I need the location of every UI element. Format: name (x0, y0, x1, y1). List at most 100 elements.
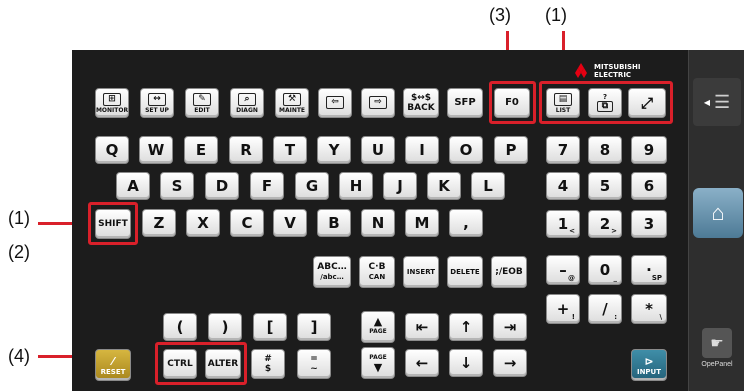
end-key[interactable]: ⇥ (493, 313, 527, 341)
num-6-key[interactable]: 6 (631, 172, 667, 200)
highlight-list-group (539, 81, 673, 124)
house-icon: ⌂ (711, 200, 725, 225)
arrow-up-icon: ↑ (459, 318, 473, 336)
key-z[interactable]: Z (142, 209, 176, 237)
key-g[interactable]: G (295, 172, 329, 200)
edit-icon: ✎ (193, 92, 211, 106)
close-bracket-key[interactable]: ] (297, 313, 331, 341)
key-l[interactable]: L (471, 172, 505, 200)
cursor-right-key[interactable]: → (493, 349, 527, 377)
key-j[interactable]: J (383, 172, 417, 200)
cb-can-key[interactable]: C·B CAN (359, 256, 395, 288)
key-v[interactable]: V (273, 209, 307, 237)
key-i[interactable]: I (405, 136, 439, 164)
cursor-left-key[interactable]: ← (405, 349, 439, 377)
hash-key[interactable]: # $ (251, 349, 285, 379)
diagnosis-icon: ⌕ (238, 92, 256, 106)
back-key[interactable]: $↔$ BACK (403, 88, 439, 118)
callout-2-left: (2) (8, 242, 30, 262)
num-1-key[interactable]: 1 < (546, 210, 580, 238)
arrow-left-bar-icon: ⇤ (415, 318, 429, 336)
decimal-key[interactable]: · SP (631, 255, 667, 285)
num-5-key[interactable]: 5 (588, 172, 622, 200)
sfp-key[interactable]: SFP (447, 88, 483, 118)
key-comma[interactable]: , (449, 209, 483, 237)
maintenance-icon: ⚒ (283, 92, 301, 106)
key-k[interactable]: K (427, 172, 461, 200)
close-paren-key[interactable]: ) (208, 313, 242, 341)
num-8-key[interactable]: 8 (588, 136, 622, 164)
num-2-key[interactable]: 2 > (588, 210, 622, 238)
setup-key[interactable]: ↔ SET UP (140, 88, 174, 118)
home-button[interactable]: ⌂ (693, 188, 743, 238)
page-down-key[interactable]: PAGE ▼ (361, 347, 395, 379)
key-o[interactable]: O (449, 136, 483, 164)
num-9-key[interactable]: 9 (631, 136, 667, 164)
open-paren-key[interactable]: ( (163, 313, 197, 341)
arrow-right-bar-icon: ⇥ (503, 318, 517, 336)
input-key[interactable]: ⊳ INPUT (631, 349, 667, 381)
opepanel-button[interactable]: ☛ OpePanel (695, 320, 739, 376)
arrow-left-icon: ← (415, 354, 429, 372)
abc-key[interactable]: ABC…/abc… (313, 256, 351, 288)
diagn-key[interactable]: ⌕ DIAGN (230, 88, 264, 118)
brand-line-1: MITSUBISHI (594, 63, 641, 71)
key-b[interactable]: B (317, 209, 351, 237)
minus-key[interactable]: – @ (546, 255, 580, 285)
num-4-key[interactable]: 4 (546, 172, 580, 200)
num-3-key[interactable]: 3 (631, 210, 667, 238)
key-p[interactable]: P (494, 136, 528, 164)
highlight-f0 (489, 81, 536, 124)
setup-icon: ↔ (148, 92, 166, 106)
key-r[interactable]: R (229, 136, 263, 164)
monitor-icon: ⊞ (103, 92, 121, 106)
key-t[interactable]: T (273, 136, 307, 164)
key-f[interactable]: F (250, 172, 284, 200)
mainte-key[interactable]: ⚒ MAINTE (275, 88, 309, 118)
open-bracket-key[interactable]: [ (253, 313, 287, 341)
key-a[interactable]: A (116, 172, 150, 200)
page-up-key[interactable]: ▲ PAGE (361, 311, 395, 343)
hand-panel-icon: ☛ (702, 328, 732, 358)
eob-key[interactable]: ;/EOB (491, 256, 527, 288)
key-s[interactable]: S (160, 172, 194, 200)
callout-4-left: (4) (8, 346, 30, 366)
monitor-key[interactable]: ⊞ MONITOR (95, 88, 129, 118)
insert-key[interactable]: INSERT (403, 256, 439, 288)
asterisk-key[interactable]: * \ (631, 294, 667, 324)
mitsubishi-diamonds-icon (572, 63, 590, 79)
equal-key[interactable]: = ~ (297, 349, 331, 379)
num-7-key[interactable]: 7 (546, 136, 580, 164)
page-forward-key[interactable]: ⇨ (361, 88, 395, 118)
key-c[interactable]: C (230, 209, 264, 237)
page-back-key[interactable]: ⇦ (318, 88, 352, 118)
plus-key[interactable]: +! (546, 294, 580, 324)
brand-line-2: ELECTRIC (594, 71, 632, 79)
key-d[interactable]: D (205, 172, 239, 200)
key-h[interactable]: H (339, 172, 373, 200)
key-x[interactable]: X (186, 209, 220, 237)
key-n[interactable]: N (361, 209, 395, 237)
key-y[interactable]: Y (317, 136, 351, 164)
cursor-down-key[interactable]: ↓ (449, 349, 483, 377)
home-key[interactable]: ⇤ (405, 313, 439, 341)
reset-slash-icon: ⁄ (112, 354, 114, 368)
callout-1-left: (1) (8, 208, 30, 228)
key-e[interactable]: E (184, 136, 218, 164)
delete-key[interactable]: DELETE (447, 256, 483, 288)
key-u[interactable]: U (361, 136, 395, 164)
reset-key[interactable]: ⁄ RESET (95, 349, 131, 381)
cursor-up-key[interactable]: ↑ (449, 313, 483, 341)
triangle-left-icon: ◀ (703, 97, 710, 107)
list-lines-icon: ☰ (714, 91, 731, 112)
key-q[interactable]: Q (95, 136, 129, 164)
edit-key[interactable]: ✎ EDIT (185, 88, 219, 118)
key-w[interactable]: W (139, 136, 173, 164)
key-m[interactable]: M (405, 209, 439, 237)
right-sidebar: ◀ ☰ ⌂ ☛ OpePanel (688, 50, 744, 391)
num-0-key[interactable]: 0 _ (588, 255, 622, 285)
highlight-ctrl-alter (155, 342, 247, 385)
slash-key[interactable]: /: (588, 294, 622, 324)
menu-list-button[interactable]: ◀ ☰ (693, 78, 741, 126)
triangle-down-icon: ▼ (373, 361, 383, 374)
